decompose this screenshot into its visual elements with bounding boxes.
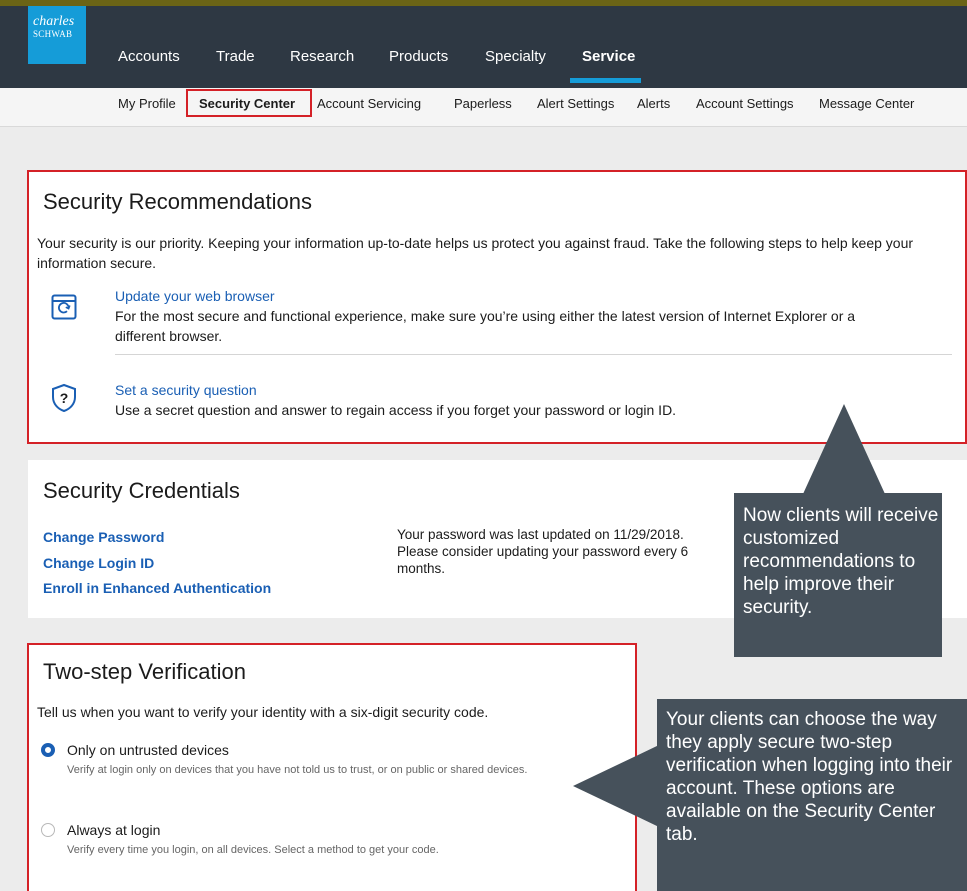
recommendations-title: Security Recommendations	[43, 189, 313, 214]
callout-recommendations-text: Now clients will receive customized reco…	[743, 505, 939, 618]
security-recommendations-panel: Security Recommendations Your security i…	[27, 170, 967, 444]
change-login-id-link[interactable]: Change Login ID	[43, 555, 154, 571]
callout-two-step: Your clients can choose the way they app…	[657, 699, 967, 891]
update-browser-link[interactable]: Update your web browser	[115, 288, 275, 304]
subnav-paperless[interactable]: Paperless	[454, 96, 512, 111]
browser-refresh-icon	[51, 294, 77, 325]
two-step-verification-panel: Two-step Verification Tell us when you w…	[27, 643, 637, 891]
shield-question-icon: ?	[51, 383, 77, 418]
logo-line-1: charles	[33, 14, 75, 29]
subnav-alerts[interactable]: Alerts	[637, 96, 670, 111]
callout-one-pointer	[803, 404, 885, 494]
active-tab-indicator	[570, 78, 641, 83]
update-browser-description: For the most secure and functional exper…	[115, 308, 856, 344]
nav-accounts[interactable]: Accounts	[118, 48, 180, 65]
nav-service[interactable]: Service	[582, 48, 635, 65]
enhanced-authentication-link[interactable]: Enroll in Enhanced Authentication	[43, 580, 271, 596]
untrusted-devices-radio[interactable]	[41, 743, 55, 757]
always-at-login-radio[interactable]	[41, 823, 55, 837]
credentials-title: Security Credentials	[43, 478, 240, 503]
untrusted-devices-label[interactable]: Only on untrusted devices	[67, 740, 229, 760]
svg-text:?: ?	[60, 390, 69, 406]
untrusted-devices-description: Verify at login only on devices that you…	[67, 764, 528, 776]
logo-line-2: SCHWAB	[33, 29, 73, 39]
nav-specialty[interactable]: Specialty	[485, 48, 546, 65]
security-question-link[interactable]: Set a security question	[115, 382, 257, 398]
subnav-security-center[interactable]: Security Center	[199, 96, 295, 111]
password-update-note: Your password was last updated on 11/29/…	[397, 527, 689, 576]
subnav-account-settings[interactable]: Account Settings	[696, 96, 794, 111]
subnav-alert-settings[interactable]: Alert Settings	[537, 96, 614, 111]
security-question-description: Use a secret question and answer to rega…	[115, 402, 677, 418]
two-step-intro: Tell us when you want to verify your ide…	[37, 704, 489, 720]
always-at-login-label[interactable]: Always at login	[67, 820, 160, 840]
nav-research[interactable]: Research	[290, 48, 354, 65]
nav-products[interactable]: Products	[389, 48, 448, 65]
callout-two-step-text: Your clients can choose the way they app…	[666, 709, 953, 845]
callout-recommendations: Now clients will receive customized reco…	[734, 493, 942, 657]
always-at-login-description: Verify every time you login, on all devi…	[67, 844, 439, 856]
subnav-my-profile[interactable]: My Profile	[118, 96, 176, 111]
schwab-logo[interactable]: charles SCHWAB	[28, 6, 86, 64]
nav-trade[interactable]: Trade	[216, 48, 255, 65]
change-password-link[interactable]: Change Password	[43, 529, 164, 545]
recommendation-divider	[115, 354, 952, 355]
subnav-message-center[interactable]: Message Center	[819, 96, 914, 111]
recommendations-intro: Your security is our priority. Keeping y…	[37, 235, 914, 271]
callout-two-pointer	[573, 745, 659, 827]
top-navigation: charles SCHWAB Accounts Trade Research P…	[0, 6, 967, 88]
subnav-account-servicing[interactable]: Account Servicing	[317, 96, 421, 111]
two-step-title: Two-step Verification	[43, 659, 246, 684]
sub-navigation: My Profile Security Center Account Servi…	[0, 88, 967, 127]
